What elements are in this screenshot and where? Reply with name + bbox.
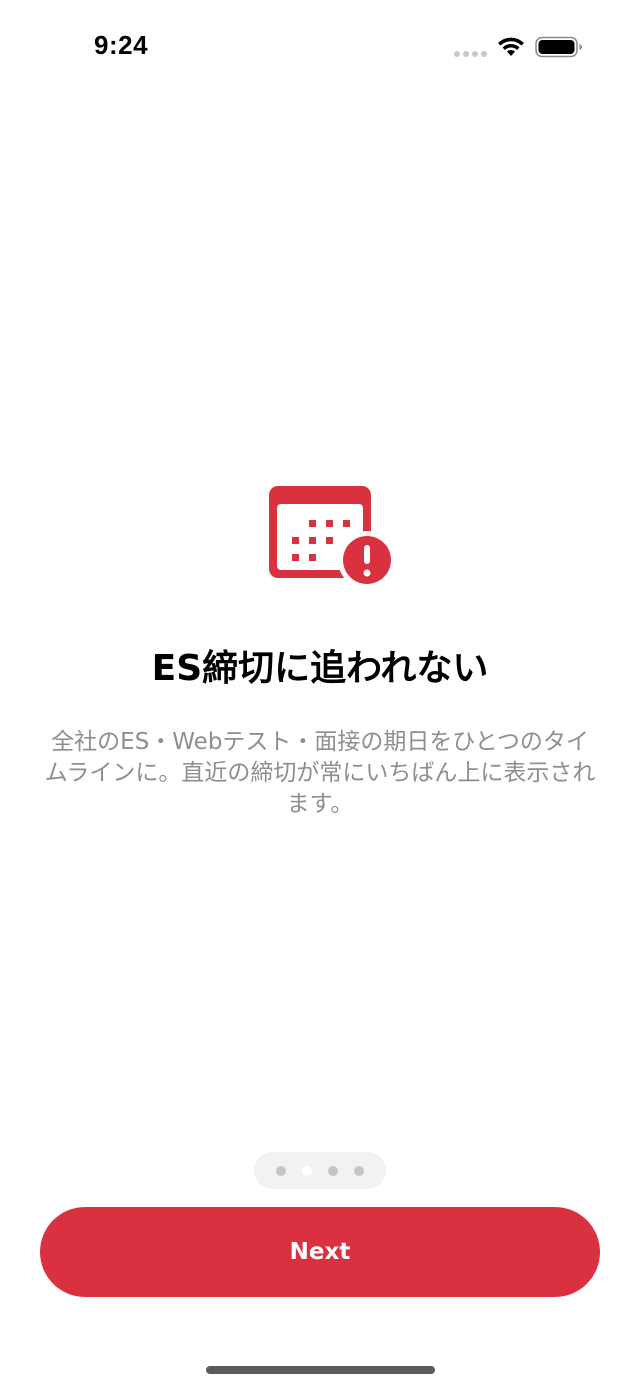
page-dot[interactable] xyxy=(276,1165,286,1176)
status-time: 9:24 xyxy=(94,30,149,60)
page-dot[interactable] xyxy=(354,1165,364,1176)
status-bar: 9:24 xyxy=(0,0,640,90)
calendar-alert-icon xyxy=(269,486,396,589)
onboarding-description: 全社のES・Webテスト・面接の期日をひとつのタイムラインに。直近の締切が常にい… xyxy=(44,729,596,817)
home-indicator xyxy=(206,1366,435,1374)
cellular-signal-icon xyxy=(454,51,487,57)
battery-icon xyxy=(535,36,582,58)
page-dot-active[interactable] xyxy=(302,1165,312,1176)
wifi-icon xyxy=(498,37,524,56)
page-indicator[interactable] xyxy=(254,1152,386,1189)
next-button[interactable]: Next xyxy=(40,1207,600,1297)
onboarding-title: ES締切に追われない xyxy=(151,648,489,689)
page-dot[interactable] xyxy=(328,1165,338,1176)
